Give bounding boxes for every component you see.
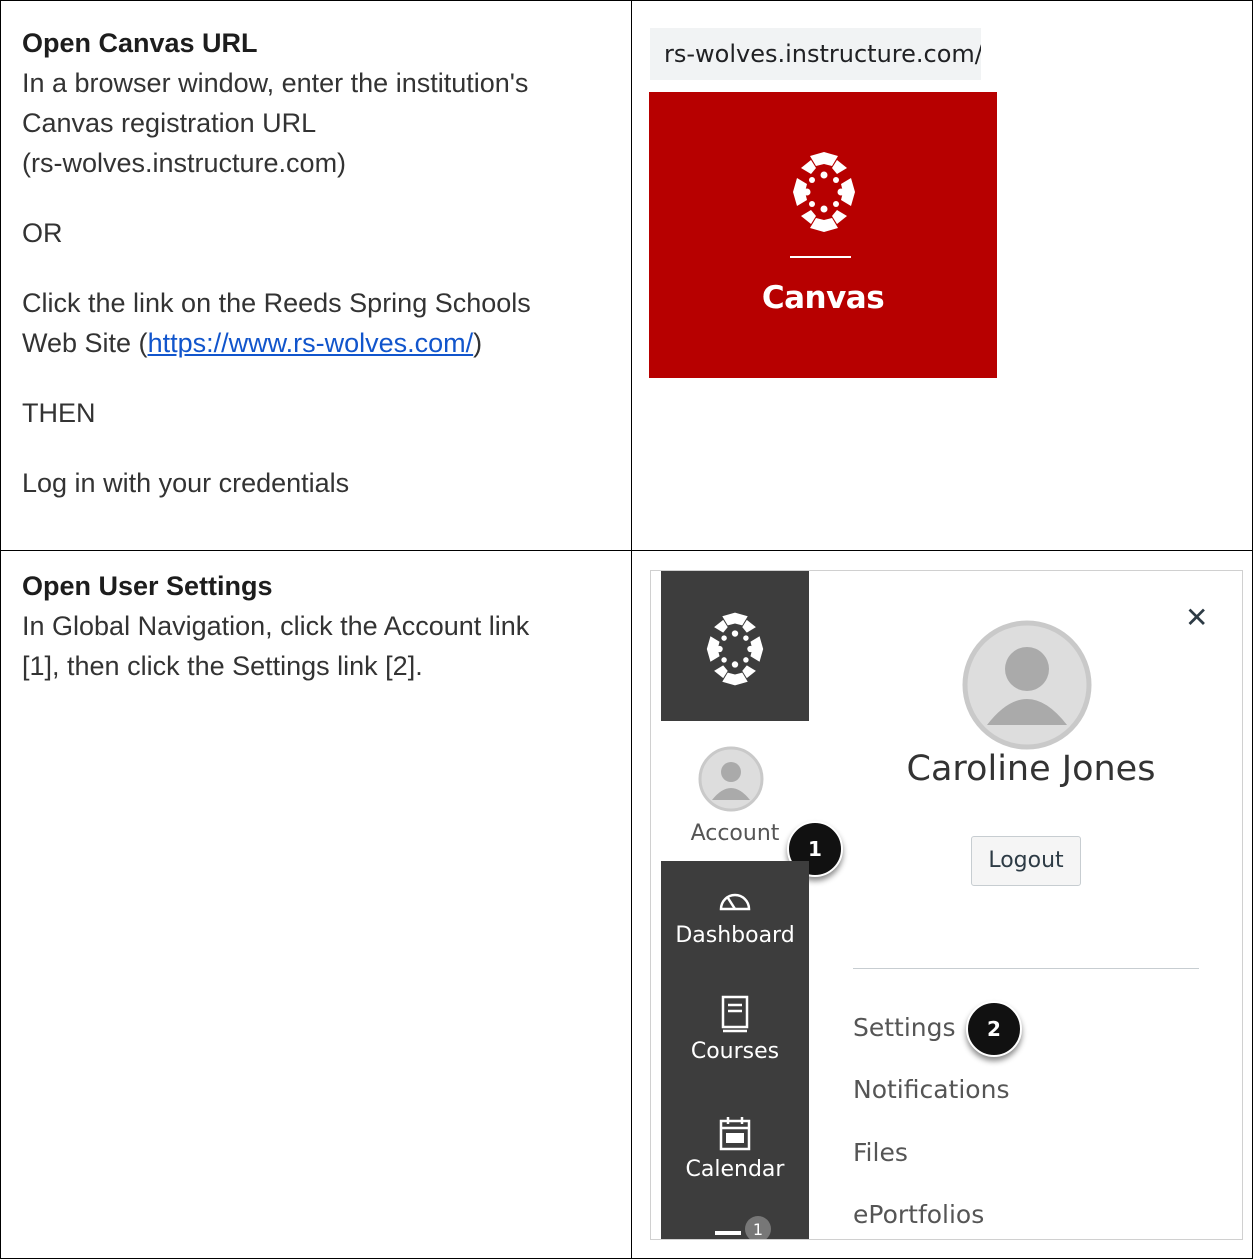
global-nav: Dashboard Courses Calendar 1 — [661, 861, 809, 1239]
step2-line2: [1], then click the Settings link [2]. — [22, 651, 423, 681]
global-nav-header — [661, 571, 809, 721]
canvas-account-tray: Account 1 Dashboard Courses Calendar 1 ✕… — [650, 570, 1243, 1240]
calendar-icon — [719, 1117, 751, 1151]
step1-line1: In a browser window, enter the instituti… — [22, 68, 529, 98]
files-link[interactable]: Files — [853, 1138, 908, 1167]
user-avatar-icon — [962, 620, 1092, 750]
step1-title: Open Canvas URL — [22, 28, 258, 58]
step1-login: Log in with your credentials — [22, 468, 350, 498]
account-avatar-icon[interactable] — [698, 746, 764, 812]
close-icon[interactable]: ✕ — [1185, 601, 1208, 634]
nav-courses[interactable]: Courses — [661, 1039, 809, 1064]
step2-title: Open User Settings — [22, 571, 273, 601]
step1-text: Open Canvas URL In a browser window, ent… — [22, 23, 531, 503]
logo-divider — [790, 256, 851, 258]
eportfolios-link[interactable]: ePortfolios — [853, 1200, 984, 1229]
settings-link[interactable]: Settings — [853, 1013, 956, 1042]
step1-click-line1: Click the link on the Reeds Spring Schoo… — [22, 288, 531, 318]
step1-line3: (rs-wolves.instructure.com) — [22, 148, 347, 178]
canvas-logo-tile: Canvas — [649, 92, 997, 378]
canvas-logo-icon[interactable] — [697, 609, 773, 689]
nav-dashboard[interactable]: Dashboard — [661, 923, 809, 948]
nav-calendar[interactable]: Calendar — [661, 1157, 809, 1182]
browser-url-bar: rs-wolves.instructure.com/ — [650, 28, 981, 80]
step1-then: THEN — [22, 398, 96, 428]
step1-click-line2: Web Site (https://www.rs-wolves.com/) — [22, 328, 483, 358]
step2-line1: In Global Navigation, click the Account … — [22, 611, 530, 641]
step1-line2: Canvas registration URL — [22, 108, 317, 138]
rs-wolves-link[interactable]: https://www.rs-wolves.com/ — [148, 328, 474, 358]
notifications-link[interactable]: Notifications — [853, 1075, 1009, 1104]
courses-icon — [721, 995, 749, 1033]
canvas-logo-icon — [793, 152, 855, 232]
inbox-icon: 1 — [715, 1216, 771, 1239]
row-divider — [0, 550, 1253, 551]
dashboard-icon — [719, 893, 751, 911]
step1-or: OR — [22, 218, 63, 248]
callout-2-badge: 2 — [966, 1001, 1022, 1057]
inbox-badge: 1 — [753, 1220, 763, 1239]
user-name: Caroline Jones — [906, 749, 1156, 789]
canvas-wordmark: Canvas — [761, 280, 885, 316]
logout-button[interactable]: Logout — [971, 836, 1081, 886]
step2-text: Open User Settings In Global Navigation,… — [22, 566, 529, 686]
column-divider — [631, 0, 632, 1259]
tray-divider — [853, 968, 1199, 969]
